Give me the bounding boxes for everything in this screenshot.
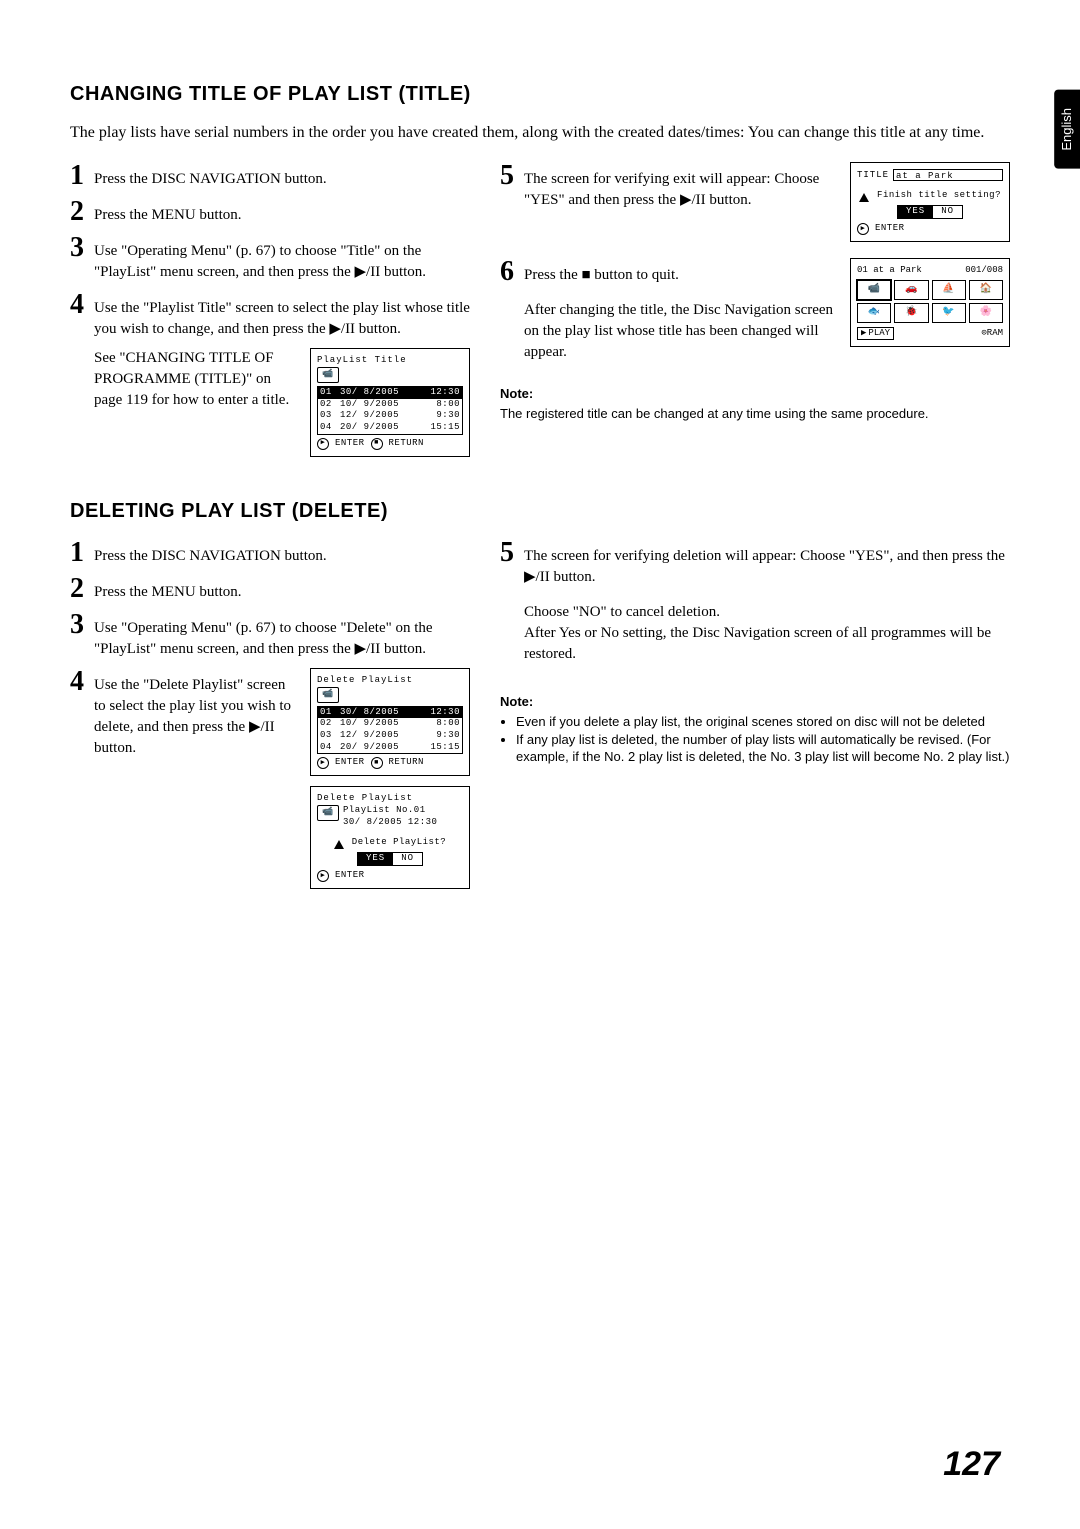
osd-title-label: TITLE — [857, 170, 889, 182]
s1-step6a-text: Press the ■ button to quit. — [524, 258, 679, 286]
step-number: 4 — [70, 668, 94, 696]
osd-nav-header-right: 001/008 — [965, 265, 1003, 277]
s1-step4a-text: Use the "Playlist Title" screen to selec… — [94, 291, 470, 340]
osd-nav-header-left: 01 at a Park — [857, 265, 922, 277]
s2-step4-text: Use the "Delete Playlist" screen to sele… — [94, 668, 296, 759]
osd-confirm-question: Finish title setting? — [877, 190, 1001, 200]
s2-step5a-text: The screen for verifying deletion will a… — [524, 546, 1010, 588]
s1-step4b-text: See "CHANGING TITLE OF PROGRAMME (TITLE)… — [94, 348, 296, 411]
step-number: 5 — [500, 539, 524, 567]
osd-return: RETURN — [389, 757, 424, 769]
osd-nav-thumbnails: 📹 🚗 ⛵ 🏠 🐟 🐞 🐦 🌸 — [857, 280, 1003, 323]
s2-step5c-text: After Yes or No setting, the Disc Naviga… — [524, 623, 1010, 665]
osd-delete-rows: 0130/ 8/200512:30 0210/ 9/2005 8:00 0312… — [317, 706, 463, 755]
osd-disc-navigation-screen: 01 at a Park 001/008 📹 🚗 ⛵ 🏠 🐟 🐞 🐦 🌸 — [850, 258, 1010, 347]
osd-yes-no: YES NO — [897, 205, 963, 219]
s1-step5-text: The screen for verifying exit will appea… — [524, 162, 836, 211]
step-number: 4 — [70, 291, 94, 319]
s2-note-head: Note: — [500, 693, 1010, 711]
warning-icon — [334, 840, 344, 849]
play-icon: ▶ — [857, 223, 869, 235]
s1-step1-text: Press the DISC NAVIGATION button. — [94, 162, 327, 190]
step-number: 5 — [500, 162, 524, 190]
s2-step3-text: Use "Operating Menu" (p. 67) to choose "… — [94, 611, 470, 660]
osd-delete-info2: 30/ 8/2005 12:30 — [343, 817, 437, 829]
osd-ram-badge: ⊙RAM — [981, 328, 1003, 340]
page-number: 127 — [943, 1441, 1000, 1489]
osd-delete-confirm-title: Delete PlayList — [317, 793, 463, 805]
thumbnail: 📹 — [857, 280, 891, 300]
osd-delete-playlist-screen: Delete PlayList 📹 0130/ 8/200512:30 0210… — [310, 668, 470, 776]
osd-yes-no: YES NO — [357, 852, 423, 866]
play-icon: ▶ — [317, 757, 329, 769]
s1-note-body: The registered title can be changed at a… — [500, 405, 1010, 423]
step-number: 2 — [70, 198, 94, 226]
step-number: 6 — [500, 258, 524, 286]
section2-heading: DELETING PLAY LIST (DELETE) — [70, 497, 1010, 525]
camera-icon: 📹 — [317, 367, 339, 383]
osd-yes: YES — [898, 206, 933, 218]
s2-step5b-text: Choose "NO" to cancel deletion. — [524, 602, 1010, 623]
osd-enter: ENTER — [875, 223, 905, 235]
osd-enter: ENTER — [335, 438, 365, 450]
s2-note-bullet1: Even if you delete a play list, the orig… — [516, 713, 1010, 731]
thumbnail: 🏠 — [969, 280, 1003, 300]
osd-playlist-rows: 0130/ 8/200512:30 0210/ 9/2005 8:00 0312… — [317, 386, 463, 435]
osd-enter: ENTER — [335, 870, 365, 882]
thumbnail: 🐦 — [932, 303, 966, 323]
step-number: 1 — [70, 162, 94, 190]
step-number: 1 — [70, 539, 94, 567]
section1-intro: The play lists have serial numbers in th… — [70, 122, 1010, 144]
osd-title-confirm-screen: TITLE at a Park Finish title setting? YE… — [850, 162, 1010, 242]
s2-note-body: Even if you delete a play list, the orig… — [500, 713, 1010, 766]
s2-step2-text: Press the MENU button. — [94, 575, 242, 603]
language-tab: English — [1054, 90, 1080, 169]
camera-icon: 📹 — [317, 805, 339, 821]
osd-return: RETURN — [389, 438, 424, 450]
osd-yes: YES — [358, 853, 393, 865]
osd-no: NO — [393, 853, 422, 865]
osd-playlist-title-screen: PlayList Title 📹 0130/ 8/200512:30 0210/… — [310, 348, 470, 456]
s1-step3-text: Use "Operating Menu" (p. 67) to choose "… — [94, 234, 470, 283]
osd-delete-title: Delete PlayList — [317, 675, 463, 687]
osd-title-value: at a Park — [893, 169, 1003, 181]
osd-no: NO — [933, 206, 962, 218]
stop-icon: ■ — [371, 438, 383, 450]
thumbnail: 🐟 — [857, 303, 891, 323]
osd-delete-info1: PlayList No.01 — [343, 805, 437, 817]
warning-icon — [859, 193, 869, 202]
s1-step2-text: Press the MENU button. — [94, 198, 242, 226]
thumbnail: ⛵ — [932, 280, 966, 300]
thumbnail: 🌸 — [969, 303, 1003, 323]
thumbnail: 🚗 — [894, 280, 928, 300]
camera-icon: 📹 — [317, 687, 339, 703]
play-icon: ▶ — [317, 870, 329, 882]
osd-play-label: ▶PLAY — [857, 327, 894, 341]
osd-enter: ENTER — [335, 757, 365, 769]
thumbnail: 🐞 — [894, 303, 928, 323]
play-icon: ▶ — [317, 438, 329, 450]
s2-note-bullet2: If any play list is deleted, the number … — [516, 731, 1010, 766]
s2-step1-text: Press the DISC NAVIGATION button. — [94, 539, 327, 567]
play-icon: ▶ — [861, 328, 866, 340]
osd-delete-confirm-screen: Delete PlayList 📹 PlayList No.01 30/ 8/2… — [310, 786, 470, 889]
osd-delete-question: Delete PlayList? — [352, 837, 446, 847]
step-number: 3 — [70, 611, 94, 639]
osd-playlist-title-label: PlayList Title — [317, 355, 463, 367]
section1-heading: CHANGING TITLE OF PLAY LIST (TITLE) — [70, 80, 1010, 108]
s1-step6b-text: After changing the title, the Disc Navig… — [500, 300, 836, 363]
s1-note-head: Note: — [500, 385, 1010, 403]
step-number: 2 — [70, 575, 94, 603]
stop-icon: ■ — [371, 757, 383, 769]
step-number: 3 — [70, 234, 94, 262]
